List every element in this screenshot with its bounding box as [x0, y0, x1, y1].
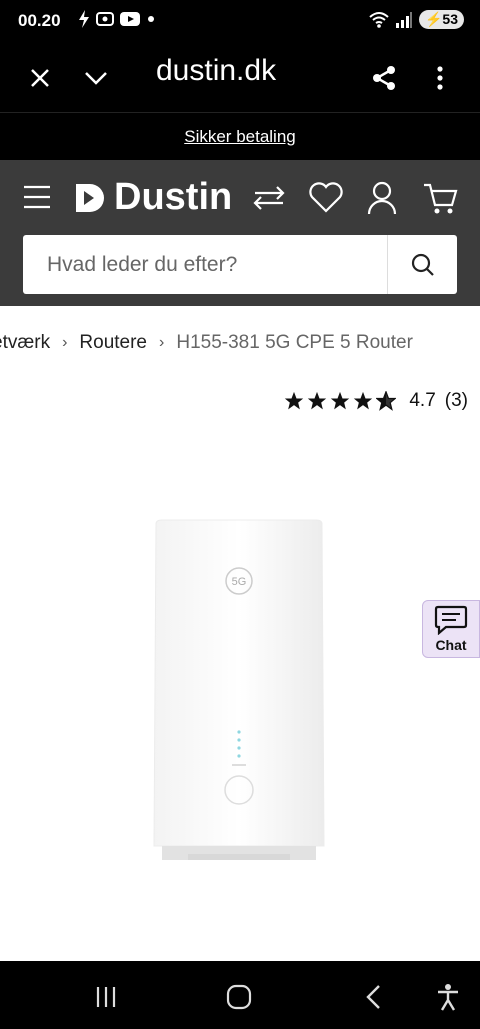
breadcrumb: etværk › Routere › H155-381 5G CPE 5 Rou…	[0, 330, 480, 356]
screen-recorder-icon	[96, 12, 114, 26]
search-input[interactable]	[23, 235, 387, 294]
rating-value: 4.7	[409, 390, 436, 411]
chat-bubble-icon	[434, 605, 468, 635]
star-icon	[308, 391, 327, 410]
compare-icon[interactable]	[249, 178, 289, 218]
breadcrumb-item[interactable]: Routere	[79, 332, 147, 354]
youtube-icon	[120, 12, 140, 26]
dustin-logo[interactable]: Dustin	[72, 176, 232, 219]
hamburger-menu-icon[interactable]	[22, 184, 52, 210]
5g-badge: 5G	[232, 576, 247, 588]
star-icon	[285, 391, 304, 410]
secure-payment-banner: Sikker betaling	[0, 112, 480, 160]
battery-level: 53	[442, 11, 458, 27]
dustin-logo-icon	[76, 183, 104, 212]
breadcrumb-current: H155-381 5G CPE 5 Router	[176, 332, 413, 353]
search-bar	[23, 235, 457, 294]
star-icon	[331, 391, 350, 410]
account-user-icon[interactable]	[362, 178, 402, 218]
wifi-icon	[369, 11, 389, 28]
secure-payment-link[interactable]: Sikker betaling	[184, 127, 296, 147]
recent-apps-icon[interactable]	[86, 979, 126, 1015]
search-button[interactable]	[387, 235, 457, 294]
site-header: Dustin	[0, 160, 480, 306]
clock: 00.20	[18, 11, 61, 30]
star-icon	[354, 391, 373, 410]
signal-icon	[395, 11, 412, 28]
search-icon	[411, 253, 434, 276]
rating-count: (3)	[444, 390, 468, 411]
chevron-right-icon: ›	[159, 334, 165, 351]
more-vert-icon[interactable]	[422, 60, 458, 96]
system-navigation-bar	[0, 961, 480, 1029]
battery-bolt-icon: ⚡	[424, 11, 443, 27]
battery-indicator: ⚡53	[418, 10, 464, 29]
breadcrumb-item[interactable]: etværk	[0, 332, 50, 354]
product-image[interactable]: 5G	[148, 518, 330, 863]
shopping-cart-icon[interactable]	[420, 178, 460, 218]
product-rating[interactable]: 4.7 (3)	[284, 390, 468, 412]
accessibility-icon[interactable]	[428, 979, 468, 1015]
home-icon[interactable]	[219, 979, 259, 1015]
star-half-icon	[376, 391, 397, 411]
close-icon[interactable]	[22, 60, 58, 96]
back-icon[interactable]	[354, 979, 394, 1015]
favorites-heart-icon[interactable]	[306, 178, 346, 218]
brand-name: Dustin	[114, 176, 233, 218]
dot-icon	[148, 16, 154, 22]
bolt-icon	[79, 10, 89, 28]
browser-toolbar: dustin.dk	[0, 42, 480, 112]
chat-button[interactable]: Chat	[422, 600, 480, 658]
chevron-right-icon: ›	[62, 334, 68, 351]
status-bar: 00.20 ⚡53	[0, 0, 480, 42]
chat-label: Chat	[435, 637, 467, 653]
share-icon[interactable]	[366, 60, 402, 96]
chevron-down-icon[interactable]	[78, 60, 114, 96]
url-bar[interactable]: dustin.dk	[156, 54, 276, 88]
